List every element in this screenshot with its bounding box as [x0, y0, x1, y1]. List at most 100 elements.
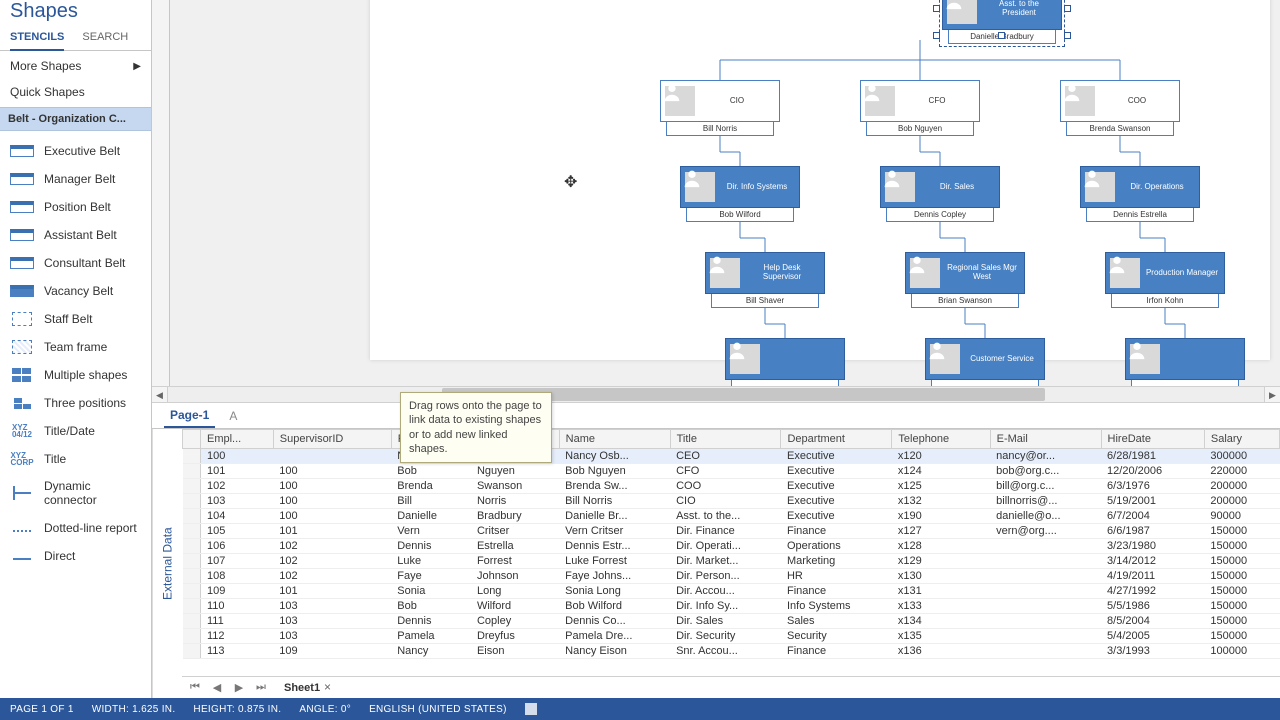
cell: Pamela: [391, 629, 471, 644]
nav-first-icon[interactable]: ⏮: [188, 681, 202, 694]
node-name: Bill Shaver: [711, 294, 819, 308]
nav-last-icon[interactable]: ⏭: [254, 681, 268, 694]
column-header[interactable]: Telephone: [892, 430, 990, 449]
stencil-item[interactable]: Dotted-line report: [0, 514, 151, 542]
stencil-item[interactable]: Direct: [0, 542, 151, 570]
org-node-cfo[interactable]: CFOBob Nguyen: [860, 80, 980, 136]
cell: 106: [201, 539, 274, 554]
column-header[interactable]: Department: [781, 430, 892, 449]
stencil-item[interactable]: Executive Belt: [0, 137, 151, 165]
cell: CIO: [670, 494, 781, 509]
stencil-item[interactable]: Three positions: [0, 389, 151, 417]
cell: Dreyfus: [471, 629, 559, 644]
cell: Dennis: [391, 614, 471, 629]
person-icon: [730, 344, 760, 374]
column-header[interactable]: Salary: [1204, 430, 1279, 449]
table-row[interactable]: 105101VernCritserVern CritserDir. Financ…: [183, 524, 1280, 539]
org-node-helpdesk[interactable]: Help Desk SupervisorBill Shaver: [705, 252, 825, 308]
cell: 105: [201, 524, 274, 539]
stencil-item[interactable]: Dynamic connector: [0, 473, 151, 514]
org-node-dirops[interactable]: Dir. OperationsDennis Estrella: [1080, 166, 1200, 222]
macro-recorder-icon[interactable]: [525, 703, 537, 715]
cell: 107: [201, 554, 274, 569]
table-row[interactable]: 113109NancyEisonNancy EisonSnr. Accou...…: [183, 644, 1280, 659]
org-node-coo[interactable]: COOBrenda Swanson: [1060, 80, 1180, 136]
scroll-track[interactable]: [168, 387, 1264, 402]
table-row[interactable]: 101100BobNguyenBob NguyenCFOExecutivex12…: [183, 464, 1280, 479]
cell: Pamela Dre...: [559, 629, 670, 644]
org-node-diris[interactable]: Dir. Info SystemsBob Wilford: [680, 166, 800, 222]
more-shapes-link[interactable]: More Shapes ▶: [0, 51, 151, 81]
stencil-item[interactable]: Consultant Belt: [0, 249, 151, 277]
scroll-right-icon[interactable]: ▶: [1264, 387, 1280, 402]
staff-icon: [10, 311, 34, 327]
table-row[interactable]: 100NancyOsborneNancy Osb...CEOExecutivex…: [183, 449, 1280, 464]
cell: 101: [273, 524, 391, 539]
org-node-dirsales[interactable]: Dir. SalesDennis Copley: [880, 166, 1000, 222]
org-node-b2[interactable]: Customer Service: [925, 338, 1045, 386]
cell: COO: [670, 479, 781, 494]
horizontal-scrollbar[interactable]: ◀ ▶: [152, 386, 1280, 402]
nav-next-icon[interactable]: ▶: [232, 681, 246, 694]
stencil-header[interactable]: Belt - Organization C...: [0, 107, 151, 131]
data-grid[interactable]: Empl...SupervisorIDFirstLastNameTitleDep…: [182, 429, 1280, 676]
external-data-label[interactable]: External Data: [152, 429, 182, 698]
table-row[interactable]: 110103BobWilfordBob WilfordDir. Info Sy.…: [183, 599, 1280, 614]
org-node-regsales[interactable]: Regional Sales Mgr WestBrian Swanson: [905, 252, 1025, 308]
shapes-panel: Shapes STENCILS SEARCH More Shapes ▶ Qui…: [0, 0, 152, 698]
org-node-b3[interactable]: [1125, 338, 1245, 386]
cell: Dir. Person...: [670, 569, 781, 584]
column-header[interactable]: Empl...: [201, 430, 274, 449]
stencil-item[interactable]: Position Belt: [0, 193, 151, 221]
cell: x124: [892, 464, 990, 479]
stencil-item[interactable]: Staff Belt: [0, 305, 151, 333]
stencil-item[interactable]: Vacancy Belt: [0, 277, 151, 305]
column-header[interactable]: Name: [559, 430, 670, 449]
table-row[interactable]: 112103PamelaDreyfusPamela Dre...Dir. Sec…: [183, 629, 1280, 644]
org-node-b1[interactable]: [725, 338, 845, 386]
node-name: [1131, 380, 1239, 386]
cell: Dennis Estr...: [559, 539, 670, 554]
node-title: Customer Service: [964, 355, 1040, 364]
person-icon: [710, 258, 740, 288]
cell: CFO: [670, 464, 781, 479]
column-header[interactable]: E-Mail: [990, 430, 1101, 449]
column-header[interactable]: Title: [670, 430, 781, 449]
nav-prev-icon[interactable]: ◀: [210, 681, 224, 694]
column-header[interactable]: SupervisorID: [273, 430, 391, 449]
table-row[interactable]: 109101SoniaLongSonia LongDir. Accou...Fi…: [183, 584, 1280, 599]
close-panel-icon[interactable]: ×: [324, 680, 331, 694]
node-name: Irfon Kohn: [1111, 294, 1219, 308]
org-node-asst[interactable]: Asst. to the PresidentDanielle Bradbury: [942, 0, 1062, 44]
stencil-item[interactable]: XYZCORPTitle: [0, 445, 151, 473]
table-row[interactable]: 111103DennisCopleyDennis Co...Dir. Sales…: [183, 614, 1280, 629]
page-tab-add[interactable]: A: [229, 409, 237, 423]
stencil-item[interactable]: Multiple shapes: [0, 361, 151, 389]
stencil-item[interactable]: Team frame: [0, 333, 151, 361]
tab-stencils[interactable]: STENCILS: [10, 25, 64, 51]
scroll-left-icon[interactable]: ◀: [152, 387, 168, 402]
cell: 103: [201, 494, 274, 509]
cell: 12/20/2006: [1101, 464, 1204, 479]
table-row[interactable]: 103100BillNorrisBill NorrisCIOExecutivex…: [183, 494, 1280, 509]
column-header[interactable]: HireDate: [1101, 430, 1204, 449]
sheet-tab[interactable]: Sheet1: [276, 680, 328, 696]
drawing-canvas[interactable]: Asst. to the PresidentDanielle Bradbury C…: [170, 0, 1280, 386]
stencil-item[interactable]: Manager Belt: [0, 165, 151, 193]
table-row[interactable]: 108102FayeJohnsonFaye Johns...Dir. Perso…: [183, 569, 1280, 584]
table-row[interactable]: 102100BrendaSwansonBrenda Sw...COOExecut…: [183, 479, 1280, 494]
org-node-cio[interactable]: CIOBill Norris: [660, 80, 780, 136]
cell: 6/7/2004: [1101, 509, 1204, 524]
page-tab-1[interactable]: Page-1: [164, 404, 215, 428]
table-row[interactable]: 106102DennisEstrellaDennis Estr...Dir. O…: [183, 539, 1280, 554]
stencil-item[interactable]: Assistant Belt: [0, 221, 151, 249]
tab-search[interactable]: SEARCH: [82, 25, 128, 50]
org-node-prodmgr[interactable]: Production ManagerIrfon Kohn: [1105, 252, 1225, 308]
cell: vern@org....: [990, 524, 1101, 539]
cell: Luke Forrest: [559, 554, 670, 569]
quick-shapes-link[interactable]: Quick Shapes: [0, 81, 151, 107]
table-row[interactable]: 104100DanielleBradburyDanielle Br...Asst…: [183, 509, 1280, 524]
cell: Norris: [471, 494, 559, 509]
table-row[interactable]: 107102LukeForrestLuke ForrestDir. Market…: [183, 554, 1280, 569]
stencil-item[interactable]: XYZ04/12Title/Date: [0, 417, 151, 445]
